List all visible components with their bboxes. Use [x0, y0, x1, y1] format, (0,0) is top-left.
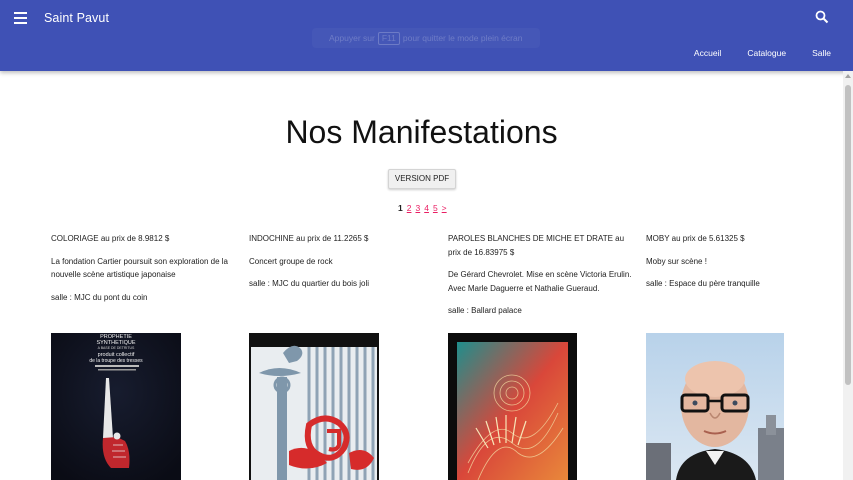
- poster-line: de la troupe des tresses: [89, 358, 143, 364]
- page-link-2[interactable]: 2: [407, 203, 412, 213]
- event-poster-image[interactable]: [448, 333, 577, 480]
- event-card: MOBY au prix de 5.61325 $ Moby sur scène…: [646, 232, 832, 300]
- nav-item-salle[interactable]: Salle: [812, 48, 831, 58]
- event-venue: salle : MJC du quartier du bois joli: [249, 279, 370, 288]
- event-description: Moby sur scène !: [646, 256, 707, 266]
- brand-title[interactable]: Saint Pavut: [44, 11, 109, 25]
- event-name[interactable]: COLORIAGE: [51, 234, 99, 243]
- pdf-version-button[interactable]: VERSION PDF: [388, 169, 456, 189]
- event-name[interactable]: MOBY: [646, 234, 669, 243]
- event-card: PAROLES BLANCHES DE MICHE ET DRATE au pr…: [448, 232, 634, 327]
- event-venue: salle : Espace du père tranquille: [646, 279, 760, 288]
- nav-item-catalogue[interactable]: Catalogue: [747, 48, 786, 58]
- app-bar: Saint Pavut Appuyer sur F11 pour quitter l…: [0, 0, 853, 71]
- menu-icon[interactable]: [12, 9, 30, 27]
- event-name[interactable]: PAROLES BLANCHES DE MICHE ET DRATE: [448, 234, 613, 243]
- poster-line: A BASE DE DETRITUS: [98, 346, 135, 350]
- scrollbar-thumb[interactable]: [845, 85, 851, 385]
- event-card: COLORIAGE au prix de 8.9812 $ La fondati…: [51, 232, 237, 313]
- toast-key: F11: [377, 32, 400, 45]
- event-venue: salle : Ballard palace: [448, 306, 522, 315]
- fullscreen-toast: Appuyer sur F11 pour quitter le mode plein…: [312, 28, 540, 48]
- scroll-up-icon[interactable]: [845, 74, 851, 78]
- event-heading: INDOCHINE au prix de 11.2265 $: [249, 232, 435, 246]
- toast-text-after: pour quitter le mode plein écran: [402, 33, 523, 43]
- pagination: 1 2 3 4 5 >: [398, 203, 451, 213]
- event-poster-image[interactable]: [249, 333, 379, 480]
- event-description: La fondation Cartier poursuit son explor…: [51, 256, 228, 280]
- event-price: au prix de 8.9812 $: [100, 234, 170, 243]
- page-title: Nos Manifestations: [285, 114, 558, 150]
- event-price: au prix de 11.2265 $: [296, 234, 369, 243]
- event-poster-image[interactable]: [646, 333, 784, 480]
- event-heading: MOBY au prix de 5.61325 $: [646, 232, 832, 246]
- page-link-3[interactable]: 3: [415, 203, 420, 213]
- page-link-4[interactable]: 4: [424, 203, 429, 213]
- event-description: De Gérard Chevrolet. Mise en scène Victo…: [448, 270, 632, 293]
- event-venue: salle : MJC du pont du coin: [51, 292, 148, 302]
- event-price: au prix de 5.61325 $: [671, 234, 745, 243]
- event-heading: COLORIAGE au prix de 8.9812 $: [51, 232, 237, 246]
- event-poster-image[interactable]: PROPHETIE SYNTHETIQUE A BASE DE DETRITUS…: [51, 333, 181, 480]
- scrollbar[interactable]: [843, 71, 853, 480]
- page-next-link[interactable]: >: [442, 203, 447, 213]
- search-icon[interactable]: [814, 9, 830, 25]
- event-card: INDOCHINE au prix de 11.2265 $ Concert g…: [249, 232, 435, 300]
- page-current: 1: [398, 203, 403, 213]
- event-heading: PAROLES BLANCHES DE MICHE ET DRATE au pr…: [448, 232, 634, 259]
- nav-item-accueil[interactable]: Accueil: [694, 48, 721, 58]
- page-link-5[interactable]: 5: [433, 203, 438, 213]
- event-name[interactable]: INDOCHINE: [249, 234, 294, 243]
- toast-text-before: Appuyer sur: [329, 33, 375, 43]
- event-description: Concert groupe de rock: [249, 256, 333, 266]
- main-nav: Accueil Catalogue Salle: [668, 48, 831, 58]
